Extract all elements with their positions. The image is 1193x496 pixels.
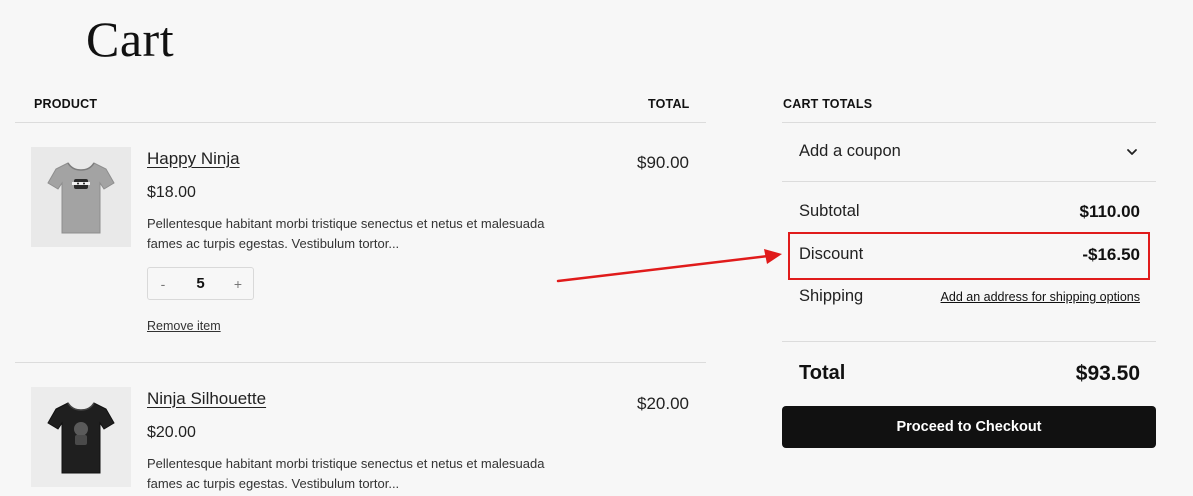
total-column-header: TOTAL [648,97,690,111]
line-total: $90.00 [637,153,689,172]
chevron-down-icon [1127,148,1137,155]
product-column-header: PRODUCT [34,97,98,111]
shipping-label: Shipping [799,287,864,305]
table-header-divider [15,122,706,123]
product-image[interactable] [31,147,131,247]
subtotal-label: Subtotal [799,202,860,220]
cart-totals-header: CART TOTALS [783,97,873,111]
discount-highlight-box [788,232,1150,280]
product-description: Pellentesque habitant morbi tristique se… [147,216,545,251]
proceed-to-checkout-button[interactable]: Proceed to Checkout [782,406,1156,448]
shipping-address-link[interactable]: Add an address for shipping options [941,290,1140,304]
remove-item-link[interactable]: Remove item [147,319,221,333]
line-total: $20.00 [637,394,689,413]
subtotal-value: $110.00 [1079,202,1140,221]
quantity-stepper: - + [147,267,254,300]
increase-quantity-button[interactable]: + [223,268,253,299]
tshirt-icon [47,402,115,474]
page-title: Cart [86,11,175,67]
coupon-label: Add a coupon [799,142,901,160]
order-total-value: $93.50 [1075,362,1140,385]
annotation-arrow-icon [556,249,782,283]
quantity-input[interactable] [178,268,223,299]
total-divider [782,341,1156,342]
order-total-label: Total [799,362,846,384]
product-unit-price: $20.00 [147,424,196,441]
product-name-link[interactable]: Happy Ninja [147,149,240,169]
product-image[interactable] [31,387,131,487]
product-unit-price: $18.00 [147,184,196,201]
product-description: Pellentesque habitant morbi tristique se… [147,456,545,491]
add-coupon-toggle[interactable]: Add a coupon [799,142,1139,161]
tshirt-icon [47,162,115,234]
coupon-divider [782,181,1156,182]
product-name-link[interactable]: Ninja Silhouette [147,389,266,409]
item-divider [15,362,706,363]
totals-header-divider [782,122,1156,123]
decrease-quantity-button[interactable]: - [148,268,178,299]
